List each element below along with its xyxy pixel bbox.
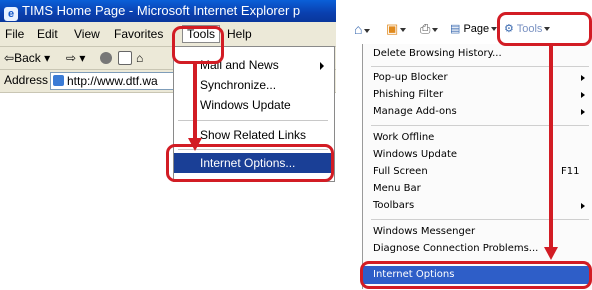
submenu-arrow-icon xyxy=(581,109,585,115)
back-arrow-icon: ⇦ xyxy=(4,51,15,65)
home-button[interactable]: ⌂ xyxy=(354,20,371,38)
ie7-tools-item-menu-bar[interactable]: Menu Bar xyxy=(363,181,591,197)
print-icon: ⎙ xyxy=(420,21,431,36)
page-icon xyxy=(53,75,64,86)
page-icon: ▤ xyxy=(450,23,461,35)
ie7-tools-item-manage-add-ons[interactable]: Manage Add-ons xyxy=(363,104,591,120)
menu-file[interactable]: File xyxy=(5,26,24,42)
ie7-tools-item-popup-blocker[interactable]: Pop-up Blocker xyxy=(363,70,591,86)
page-button[interactable]: ▤ Page xyxy=(450,20,498,38)
print-button[interactable]: ⎙ xyxy=(420,20,439,38)
submenu-arrow-icon xyxy=(320,62,324,70)
menu-separator xyxy=(178,120,328,121)
ie6-window: e TIMS Home Page - Microsoft Internet Exp… xyxy=(0,0,336,290)
tools-menu-highlight xyxy=(172,26,224,64)
refresh-button[interactable] xyxy=(118,51,132,66)
menu-separator xyxy=(371,125,589,126)
ie7-tools-item-delete-browsing-history[interactable]: Delete Browsing History... xyxy=(363,46,591,62)
window-title: TIMS Home Page - Microsoft Internet Expl… xyxy=(22,3,301,18)
submenu-arrow-icon xyxy=(581,92,585,98)
ie6-menu-bar: File Edit View Favorites Tools Help xyxy=(0,22,336,47)
ie7-window: ⌂ ▣ ⎙ ▤ Page ⚙ Tools Delete Browsing His… xyxy=(350,0,592,290)
ie7-tools-item-windows-messenger[interactable]: Windows Messenger xyxy=(363,224,591,240)
internet-options-highlight xyxy=(360,261,592,289)
menu-edit[interactable]: Edit xyxy=(37,26,58,42)
full-screen-shortcut: F11 xyxy=(561,166,580,177)
ie-logo-icon: e xyxy=(4,7,18,21)
ie6-tools-item-synchronize[interactable]: Synchronize... xyxy=(174,75,332,95)
home-icon: ⌂ xyxy=(354,21,363,37)
home-button[interactable]: ⌂ xyxy=(136,51,143,66)
feeds-icon: ▣ xyxy=(386,21,399,36)
back-button[interactable]: ⇦Back ▾ xyxy=(4,51,50,66)
submenu-arrow-icon xyxy=(581,203,585,209)
submenu-arrow-icon xyxy=(581,75,585,81)
menu-help[interactable]: Help xyxy=(227,26,252,42)
ie7-tools-item-phishing-filter[interactable]: Phishing Filter xyxy=(363,87,591,103)
tools-button-highlight xyxy=(497,12,592,46)
annotation-arrow-line xyxy=(549,45,553,247)
annotation-arrow-line xyxy=(193,63,197,138)
ie7-tools-item-full-screen[interactable]: Full Screen F11 xyxy=(363,164,591,180)
internet-options-highlight xyxy=(166,144,334,182)
ie7-tools-item-toolbars[interactable]: Toolbars xyxy=(363,198,591,214)
forward-button[interactable]: ⇨ ▾ xyxy=(66,51,85,66)
stop-icon xyxy=(100,52,112,64)
menu-separator xyxy=(371,66,589,67)
ie6-tools-item-windows-update[interactable]: Windows Update xyxy=(174,95,332,115)
feeds-button[interactable]: ▣ xyxy=(386,20,407,38)
refresh-icon xyxy=(118,51,132,65)
forward-arrow-icon: ⇨ xyxy=(66,51,77,65)
stop-button[interactable] xyxy=(100,51,112,66)
ie6-title-bar: e TIMS Home Page - Microsoft Internet Exp… xyxy=(0,0,336,22)
ie7-tools-item-work-offline[interactable]: Work Offline xyxy=(363,130,591,146)
menu-favorites[interactable]: Favorites xyxy=(114,26,163,42)
menu-separator xyxy=(371,219,589,220)
annotation-arrow-head xyxy=(544,247,558,260)
home-icon: ⌂ xyxy=(136,51,144,65)
ie7-tools-item-windows-update[interactable]: Windows Update xyxy=(363,147,591,163)
address-label: Address xyxy=(4,73,49,87)
menu-view[interactable]: View xyxy=(74,26,100,42)
address-value: http://www.dtf.wa xyxy=(67,74,158,88)
